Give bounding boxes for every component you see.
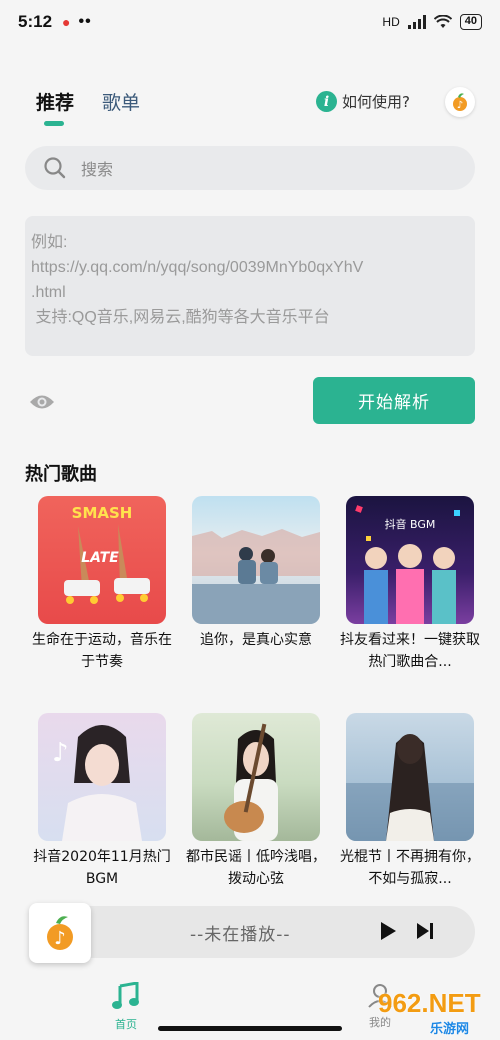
- watermark-logo: 962.NET 乐游网: [378, 988, 481, 1036]
- url-input[interactable]: 例如: https://y.qq.com/n/yqq/song/0039MnYb…: [25, 216, 475, 356]
- svg-text:LATE: LATE: [81, 550, 119, 566]
- song-cover: [346, 713, 474, 841]
- search-bar[interactable]: 搜索: [25, 146, 475, 190]
- help-label: 如何使用?: [342, 93, 410, 111]
- notification-dots: ••: [78, 13, 92, 30]
- song-card[interactable]: 光棍节丨不再拥有你，不如与孤寂...: [333, 713, 487, 890]
- song-cover: [192, 713, 320, 841]
- cover-text: SMASH: [72, 504, 133, 522]
- signal-icon: [407, 15, 426, 29]
- help-link[interactable]: i 如何使用?: [316, 91, 410, 112]
- status-time: 5:12: [18, 12, 53, 31]
- song-cover: ♪: [38, 713, 166, 841]
- svg-text:♪: ♪: [457, 100, 463, 111]
- nav-home[interactable]: 首页: [108, 981, 144, 1032]
- song-card[interactable]: 都市民谣丨低吟浅唱，拨动心弦: [179, 713, 333, 890]
- watermark-sub: 乐游网: [430, 1021, 470, 1036]
- music-note-icon: [112, 981, 139, 1009]
- song-title: 抖音2020年11月热门BGM: [33, 849, 171, 887]
- song-title: 追你，是真心实意: [200, 632, 312, 648]
- start-parse-button[interactable]: 开始解析: [313, 377, 475, 424]
- search-input[interactable]: 搜索: [81, 156, 113, 180]
- location-icon: ●: [62, 14, 71, 30]
- eye-icon[interactable]: [28, 392, 56, 416]
- info-icon: i: [316, 91, 337, 112]
- song-cover: 抖音 BGM: [346, 496, 474, 624]
- home-indicator[interactable]: [158, 1026, 342, 1031]
- song-title: 抖友看过来！一键获取热门歌曲合...: [340, 632, 480, 670]
- song-cover: [192, 496, 320, 624]
- status-bar: 5:12 ● •• HD 40: [0, 0, 500, 44]
- battery-icon: 40: [459, 14, 482, 30]
- hd-label: HD: [382, 15, 400, 29]
- song-title: 生命在于运动，音乐在于节奏: [32, 632, 172, 670]
- player-status: --未在播放--: [190, 925, 291, 945]
- song-card[interactable]: 抖音 BGM 抖友看过来！一键获取热门歌曲合...: [333, 496, 487, 673]
- app-logo-icon[interactable]: ♪: [445, 87, 475, 117]
- next-track-icon[interactable]: [415, 921, 435, 945]
- hot-songs-grid: SMASH LATE 生命在于运动，音乐在于节奏 追你，是真心实意 抖音 BGM: [25, 496, 485, 890]
- song-cover: SMASH LATE: [38, 496, 166, 624]
- watermark-brand: 962.NET: [378, 988, 481, 1018]
- tab-playlists[interactable]: 歌单: [102, 88, 140, 115]
- play-icon[interactable]: [378, 921, 398, 945]
- song-title: 光棍节丨不再拥有你，不如与孤寂...: [340, 849, 480, 887]
- search-icon: [44, 157, 66, 179]
- song-card[interactable]: SMASH LATE 生命在于运动，音乐在于节奏: [25, 496, 179, 673]
- hot-songs-title: 热门歌曲: [25, 464, 97, 485]
- nav-home-label: 首页: [115, 1018, 137, 1031]
- player-album-icon[interactable]: ♪: [29, 903, 91, 963]
- song-card[interactable]: ♪ 抖音2020年11月热门BGM: [25, 713, 179, 890]
- wifi-icon: [433, 15, 452, 28]
- svg-text:♪: ♪: [54, 928, 66, 949]
- song-card[interactable]: 追你，是真心实意: [179, 496, 333, 673]
- cover-text: 抖音 BGM: [385, 517, 436, 531]
- tab-recommend[interactable]: 推荐: [36, 88, 74, 126]
- top-tabs: 推荐 歌单: [36, 88, 140, 126]
- song-title: 都市民谣丨低吟浅唱，拨动心弦: [186, 849, 326, 887]
- svg-text:♪: ♪: [52, 738, 69, 768]
